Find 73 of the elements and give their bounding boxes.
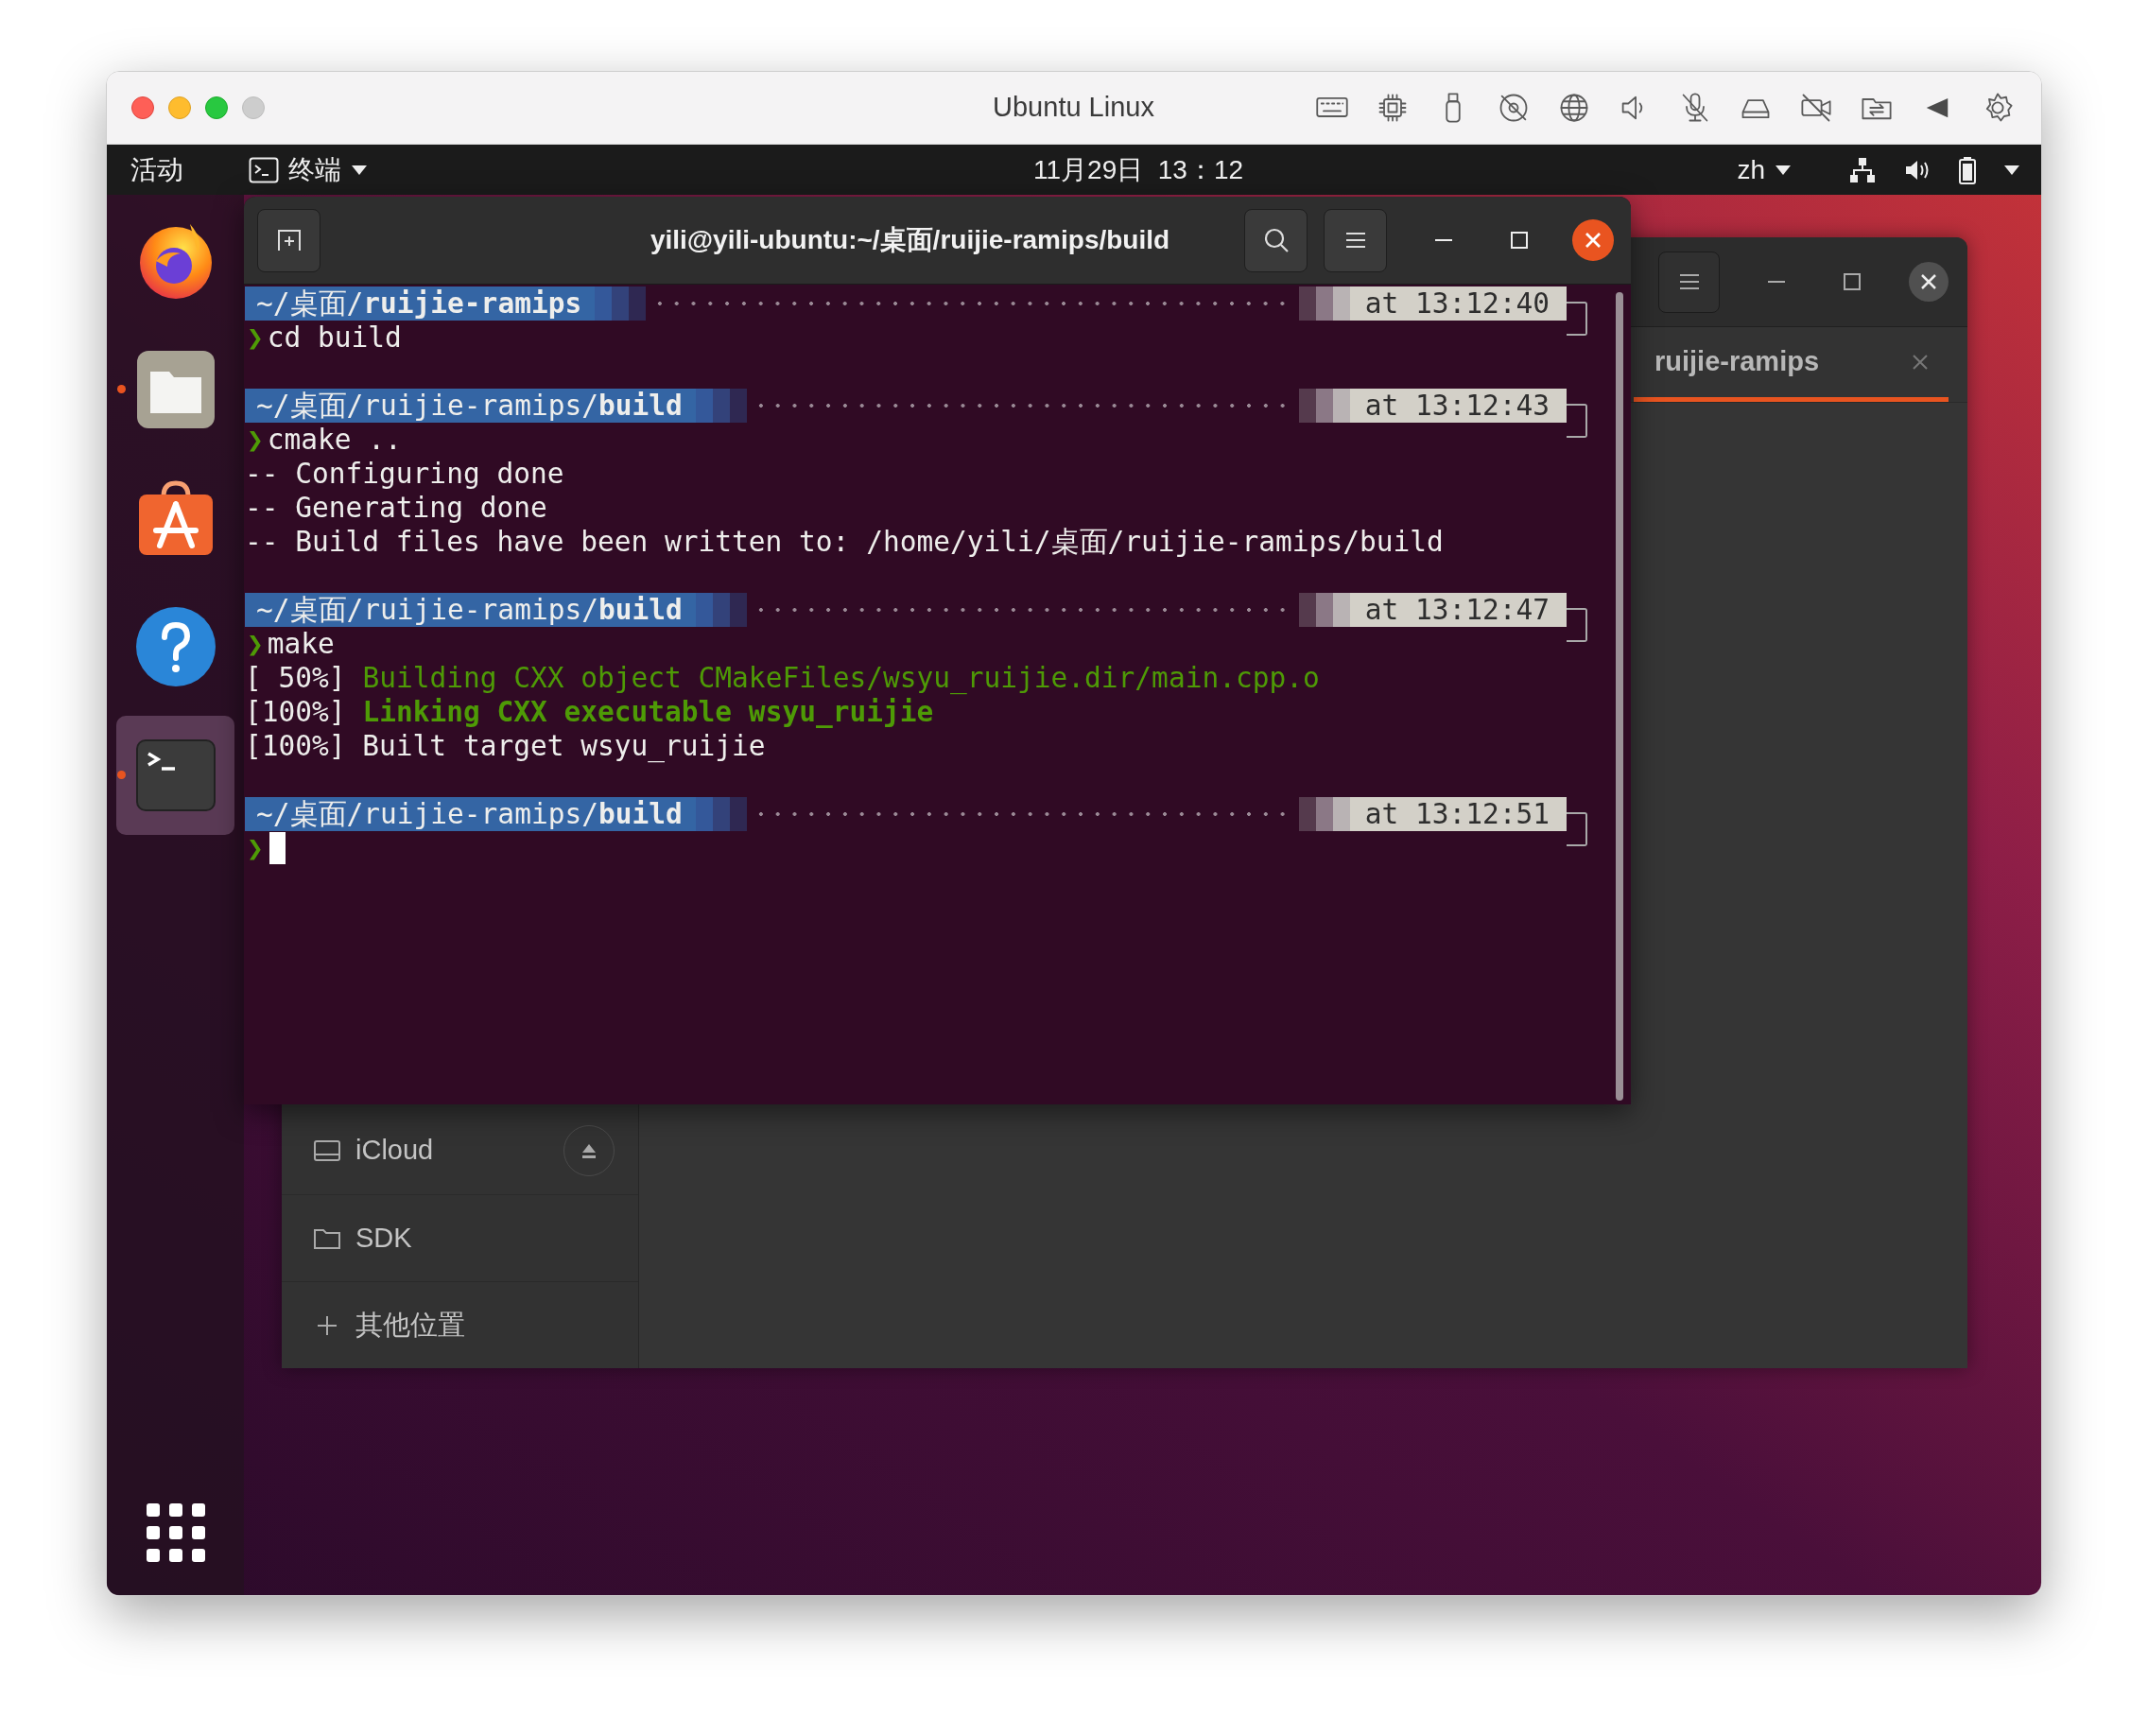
prompt-symbol: ❯ bbox=[246, 423, 265, 457]
eject-icon bbox=[580, 1142, 598, 1159]
powerline-separator bbox=[695, 389, 747, 423]
caret-icon bbox=[351, 164, 368, 176]
clock[interactable]: 11月29日 13：12 bbox=[1033, 149, 1244, 190]
minimize-icon bbox=[1768, 280, 1785, 284]
maximize-icon bbox=[1511, 232, 1528, 249]
terminal-icon bbox=[249, 156, 279, 183]
close-icon[interactable] bbox=[1913, 355, 1928, 370]
prompt-connector bbox=[1567, 404, 1587, 438]
network-icon bbox=[1848, 155, 1877, 184]
command-text: cd build bbox=[267, 321, 402, 355]
window-title: yili@yili-ubuntu:~/桌面/ruijie-ramips/build bbox=[650, 224, 1170, 256]
prompt-path: ~/桌面/ruijie-ramips/build bbox=[245, 797, 696, 831]
caret-icon bbox=[1775, 164, 1792, 176]
close-button[interactable] bbox=[1909, 262, 1949, 302]
menu-icon bbox=[1343, 231, 1367, 250]
battery-icon bbox=[1958, 155, 1977, 184]
prompt-time: at 13:12:43 bbox=[1349, 389, 1567, 423]
sidebar-item[interactable]: SDK bbox=[282, 1194, 638, 1281]
powerline-separator bbox=[1298, 286, 1350, 321]
sidebar-item[interactable]: 其他位置 bbox=[282, 1281, 638, 1368]
zoom-button[interactable] bbox=[205, 96, 228, 119]
prompt-time: at 13:12:47 bbox=[1349, 593, 1567, 627]
output-line: Linking CXX executable wsyu_ruijie bbox=[362, 695, 934, 729]
close-icon bbox=[1920, 273, 1937, 290]
input-method-menu[interactable]: zh bbox=[1737, 149, 1792, 190]
app-menu[interactable]: 终端 bbox=[249, 149, 1033, 190]
powerline-separator bbox=[1298, 593, 1350, 627]
prompt-connector bbox=[1567, 812, 1587, 846]
progress-percent: [100%] bbox=[245, 695, 346, 729]
close-icon bbox=[1585, 232, 1602, 249]
window-title: Ubuntu Linux bbox=[993, 91, 1154, 125]
minimize-icon bbox=[1435, 238, 1452, 242]
prompt-connector bbox=[1567, 302, 1587, 336]
output-line: Building CXX object CMakeFiles/wsyu_ruijie.dir/main.cpp.o bbox=[362, 661, 1320, 695]
tab[interactable]: ruijie-ramips bbox=[1634, 327, 1949, 402]
powerline-separator bbox=[695, 593, 747, 627]
prompt-connector bbox=[1567, 608, 1587, 642]
output-line: -- Configuring done bbox=[245, 457, 565, 491]
command-text: cmake .. bbox=[267, 423, 402, 457]
caret-icon bbox=[2003, 164, 2020, 176]
prompt-symbol: ❯ bbox=[246, 321, 265, 355]
activities-button[interactable]: 活动 bbox=[130, 149, 249, 190]
prompt-path: ~/桌面/ruijie-ramips bbox=[245, 286, 596, 321]
powerline-separator bbox=[1298, 797, 1350, 831]
output-line: -- Build files have been written to: /home/yili/桌面/ruijie-ramips/build bbox=[245, 525, 1445, 559]
close-button[interactable] bbox=[1572, 219, 1614, 261]
prompt-path: ~/桌面/ruijie-ramips/build bbox=[245, 389, 696, 423]
prompt-time: at 13:12:40 bbox=[1349, 286, 1567, 321]
search-button[interactable] bbox=[1244, 208, 1308, 272]
system-menu[interactable] bbox=[1848, 155, 2020, 184]
output-line: [100%] Built target wsyu_ruijie bbox=[245, 729, 767, 763]
prompt-time: at 13:12:51 bbox=[1349, 797, 1567, 831]
menu-icon bbox=[1677, 272, 1701, 291]
app-grid-icon[interactable] bbox=[146, 1503, 205, 1562]
progress-percent: [ 50%] bbox=[245, 661, 346, 695]
scrollbar[interactable] bbox=[1616, 292, 1623, 1101]
prompt-symbol: ❯ bbox=[246, 627, 265, 661]
sidebar-item[interactable]: iCloud bbox=[282, 1107, 638, 1194]
powerline-separator bbox=[595, 286, 647, 321]
powerline-separator bbox=[695, 797, 747, 831]
powerline-separator bbox=[1298, 389, 1350, 423]
output-line: -- Generating done bbox=[245, 491, 548, 525]
command-text: make bbox=[267, 627, 335, 661]
prompt-symbol: ❯ bbox=[246, 831, 265, 865]
maximize-icon bbox=[1844, 273, 1861, 290]
new-tab-button[interactable] bbox=[257, 208, 320, 272]
menu-button[interactable] bbox=[1658, 251, 1720, 313]
menu-button[interactable] bbox=[1324, 208, 1387, 272]
search-icon bbox=[1262, 227, 1290, 253]
new-tab-icon bbox=[275, 228, 303, 252]
prompt-path: ~/桌面/ruijie-ramips/build bbox=[245, 593, 696, 627]
